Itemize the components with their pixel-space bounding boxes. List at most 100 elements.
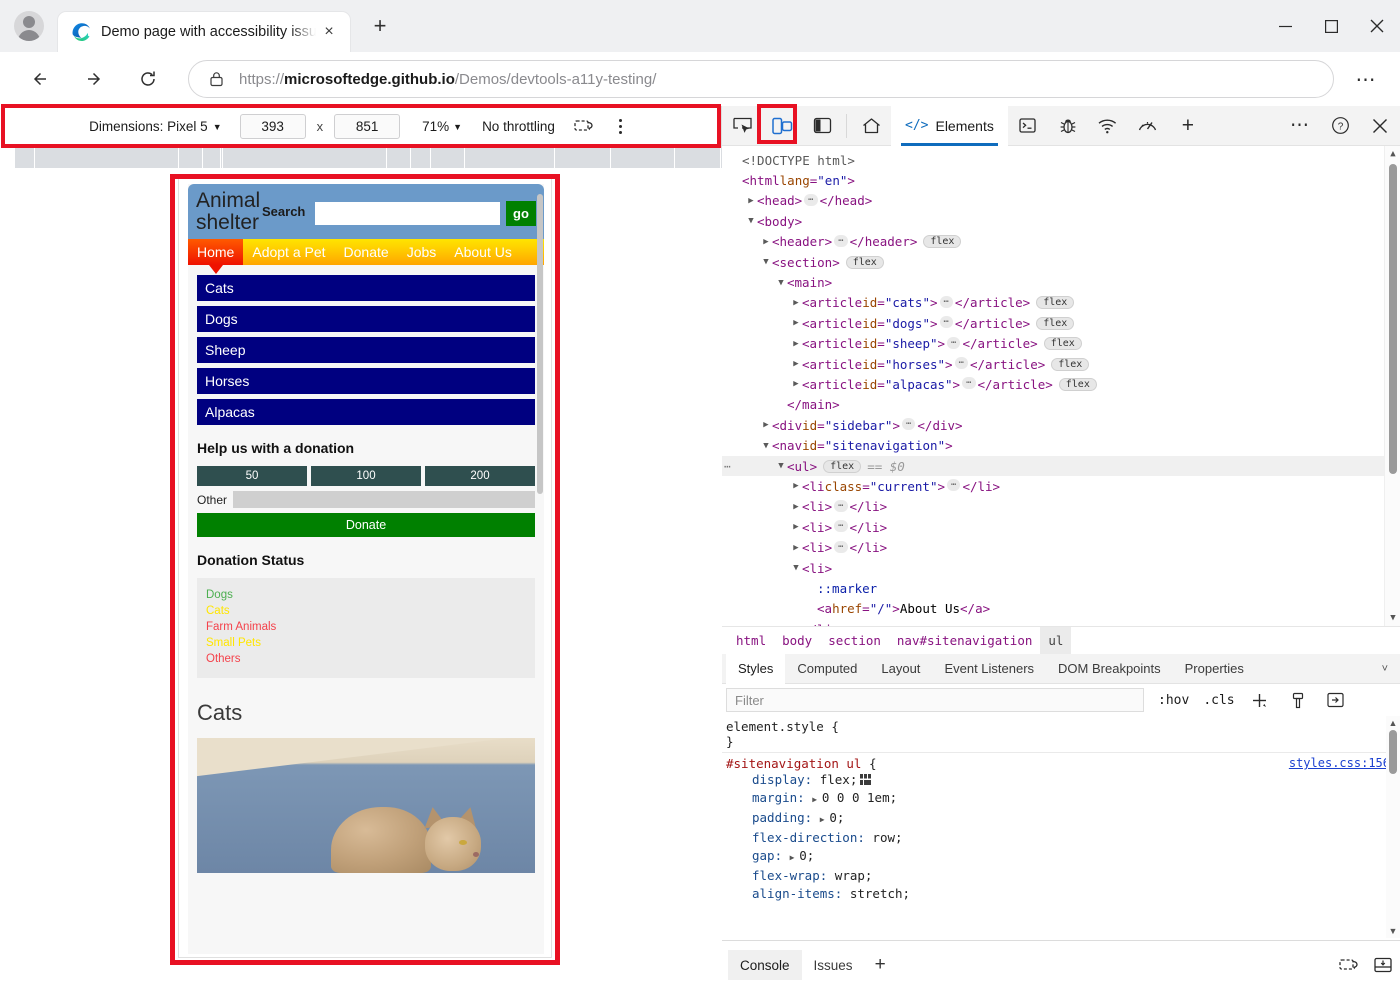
- rotate-device-icon[interactable]: [569, 112, 599, 140]
- breadcrumb-item-nav-sitenavigation[interactable]: nav#sitenavigation: [889, 627, 1040, 655]
- twisty-expanded-icon[interactable]: ▼: [775, 278, 787, 288]
- scroll-down-icon[interactable]: ▼: [1388, 613, 1398, 623]
- nav-item-jobs[interactable]: Jobs: [398, 239, 446, 265]
- forward-button[interactable]: [74, 59, 114, 99]
- dom-node-row[interactable]: ⋯▼<ul>flex== $0: [722, 456, 1384, 476]
- dom-node-row[interactable]: ▶<a href="/">About Us</a>: [722, 599, 1384, 619]
- breadcrumb-item-body[interactable]: body: [774, 627, 820, 655]
- flex-badge[interactable]: flex: [823, 460, 861, 473]
- css-value[interactable]: flex;: [820, 772, 858, 787]
- nav-item-home[interactable]: Home: [188, 239, 243, 265]
- expand-children-icon[interactable]: ⋯: [947, 337, 960, 349]
- dom-node-row[interactable]: ▶<li>⋯</li>: [722, 517, 1384, 537]
- expand-children-icon[interactable]: ⋯: [834, 500, 847, 512]
- expand-children-icon[interactable]: ⋯: [834, 520, 847, 532]
- twisty-collapsed-icon[interactable]: ▶: [790, 379, 802, 389]
- drawer-tab-console[interactable]: Console: [728, 950, 802, 980]
- flex-editor-icon[interactable]: [860, 772, 871, 783]
- twisty-collapsed-icon[interactable]: ▶: [790, 481, 802, 491]
- css-value[interactable]: 0;: [799, 848, 814, 863]
- dom-node-row[interactable]: ▶<article id="horses">⋯</article>flex: [722, 354, 1384, 374]
- donation-amount-100[interactable]: 100: [311, 466, 421, 486]
- donation-amount-50[interactable]: 50: [197, 466, 307, 486]
- url-bar[interactable]: https://microsoftedge.github.io/Demos/de…: [188, 60, 1334, 98]
- expand-children-icon[interactable]: ⋯: [834, 235, 847, 247]
- twisty-collapsed-icon[interactable]: ▶: [790, 298, 802, 308]
- add-panel-icon[interactable]: +: [1168, 106, 1208, 146]
- css-rule[interactable]: styles.css:156#sitenavigation ul {displa…: [722, 752, 1400, 906]
- twisty-collapsed-icon[interactable]: ▶: [790, 502, 802, 512]
- minimize-button[interactable]: [1262, 0, 1308, 52]
- inspect-element-icon[interactable]: [722, 106, 762, 146]
- expand-shorthand-icon[interactable]: ▶: [820, 815, 830, 824]
- styles-filter-input[interactable]: Filter: [726, 688, 1144, 712]
- browser-tab[interactable]: Demo page with accessibility issues ×: [58, 12, 350, 52]
- css-selector[interactable]: element.style: [726, 719, 824, 734]
- emulated-viewport[interactable]: Animal shelter Search go Home Adopt a Pe…: [178, 174, 552, 958]
- dom-node-row[interactable]: ▼<main>: [722, 272, 1384, 292]
- dom-node-row[interactable]: ▼<body>: [722, 211, 1384, 231]
- css-rules-panel[interactable]: element.style {}styles.css:156#sitenavig…: [722, 716, 1400, 938]
- list-item[interactable]: Cats: [197, 275, 535, 301]
- add-style-rule-icon[interactable]: [1247, 687, 1273, 713]
- toggle-computed-sidebar-icon[interactable]: [1323, 687, 1349, 713]
- twisty-collapsed-icon[interactable]: ▶: [760, 237, 772, 247]
- twisty-collapsed-icon[interactable]: ▶: [790, 543, 802, 553]
- css-selector[interactable]: #sitenavigation ul: [726, 756, 861, 771]
- throttling-select[interactable]: No throttling: [482, 119, 555, 134]
- dom-node-row[interactable]: ▶<li class="current">⋯</li>: [722, 476, 1384, 496]
- dom-node-row[interactable]: ▶<article id="sheep">⋯</article>flex: [722, 334, 1384, 354]
- expand-shorthand-icon[interactable]: ▶: [790, 853, 800, 862]
- dom-node-row[interactable]: ▶<article id="alpacas">⋯</article>flex: [722, 374, 1384, 394]
- donate-button[interactable]: Donate: [197, 513, 535, 537]
- viewport-height-input[interactable]: 851: [334, 114, 400, 139]
- devtools-more-icon[interactable]: ⋯: [1280, 106, 1320, 146]
- dom-node-row[interactable]: ▶<li>⋯</li>: [722, 497, 1384, 517]
- device-toolbar-more-icon[interactable]: [609, 112, 633, 140]
- donation-other-input[interactable]: [233, 491, 535, 508]
- dom-node-row[interactable]: ▶</main>: [722, 395, 1384, 415]
- search-input[interactable]: [315, 202, 500, 225]
- console-drawer-icon[interactable]: [1008, 106, 1048, 146]
- scrollbar-thumb[interactable]: [1389, 164, 1397, 474]
- dom-tree-scrollbar[interactable]: ▲ ▼: [1384, 146, 1400, 626]
- css-rules-scrollbar[interactable]: ▲ ▼: [1386, 716, 1400, 938]
- profile-button[interactable]: [0, 0, 58, 52]
- tab-layout[interactable]: Layout: [869, 654, 932, 684]
- tab-event-listeners[interactable]: Event Listeners: [932, 654, 1046, 684]
- twisty-collapsed-icon[interactable]: ▶: [790, 522, 802, 532]
- drawer-dock-icon[interactable]: [1366, 948, 1400, 982]
- expand-children-icon[interactable]: ⋯: [955, 357, 968, 369]
- twisty-collapsed-icon[interactable]: ▶: [790, 359, 802, 369]
- expand-children-icon[interactable]: ⋯: [902, 418, 915, 430]
- twisty-collapsed-icon[interactable]: ▶: [745, 196, 757, 206]
- expand-children-icon[interactable]: ⋯: [804, 194, 817, 206]
- twisty-collapsed-icon[interactable]: ▶: [760, 420, 772, 430]
- css-declaration[interactable]: padding: ▶ 0;: [726, 809, 1400, 829]
- toggle-device-emulation-icon[interactable]: [762, 106, 802, 146]
- close-icon[interactable]: ×: [316, 19, 342, 45]
- nav-item-about-us[interactable]: About Us: [445, 239, 521, 265]
- twisty-expanded-icon[interactable]: ▼: [745, 216, 757, 226]
- tab-styles[interactable]: Styles: [726, 654, 785, 684]
- css-value[interactable]: stretch;: [850, 886, 910, 901]
- network-wifi-icon[interactable]: [1088, 106, 1128, 146]
- dom-node-row[interactable]: ▶</li>: [722, 619, 1384, 626]
- scroll-down-icon[interactable]: ▼: [1388, 926, 1398, 936]
- breadcrumb-item-html[interactable]: html: [728, 627, 774, 655]
- list-item[interactable]: Horses: [197, 368, 535, 394]
- flex-badge[interactable]: flex: [923, 235, 961, 248]
- scrollbar-thumb[interactable]: [1389, 730, 1397, 774]
- browser-settings-more-icon[interactable]: ⋯: [1344, 57, 1388, 101]
- dom-node-row[interactable]: ▶<!DOCTYPE html>: [722, 150, 1384, 170]
- expand-children-icon[interactable]: ⋯: [940, 296, 953, 308]
- nav-item-adopt-a-pet[interactable]: Adopt a Pet: [243, 239, 334, 265]
- stylesheet-source-link[interactable]: styles.css:156: [1289, 756, 1390, 770]
- dom-node-row[interactable]: ▼<li>: [722, 558, 1384, 578]
- help-icon[interactable]: ?: [1320, 106, 1360, 146]
- css-value[interactable]: 0;: [829, 810, 844, 825]
- home-icon[interactable]: [851, 106, 891, 146]
- viewport-width-input[interactable]: 393: [240, 114, 306, 139]
- reload-button[interactable]: [128, 59, 168, 99]
- css-declaration[interactable]: flex-direction: row;: [726, 829, 1400, 847]
